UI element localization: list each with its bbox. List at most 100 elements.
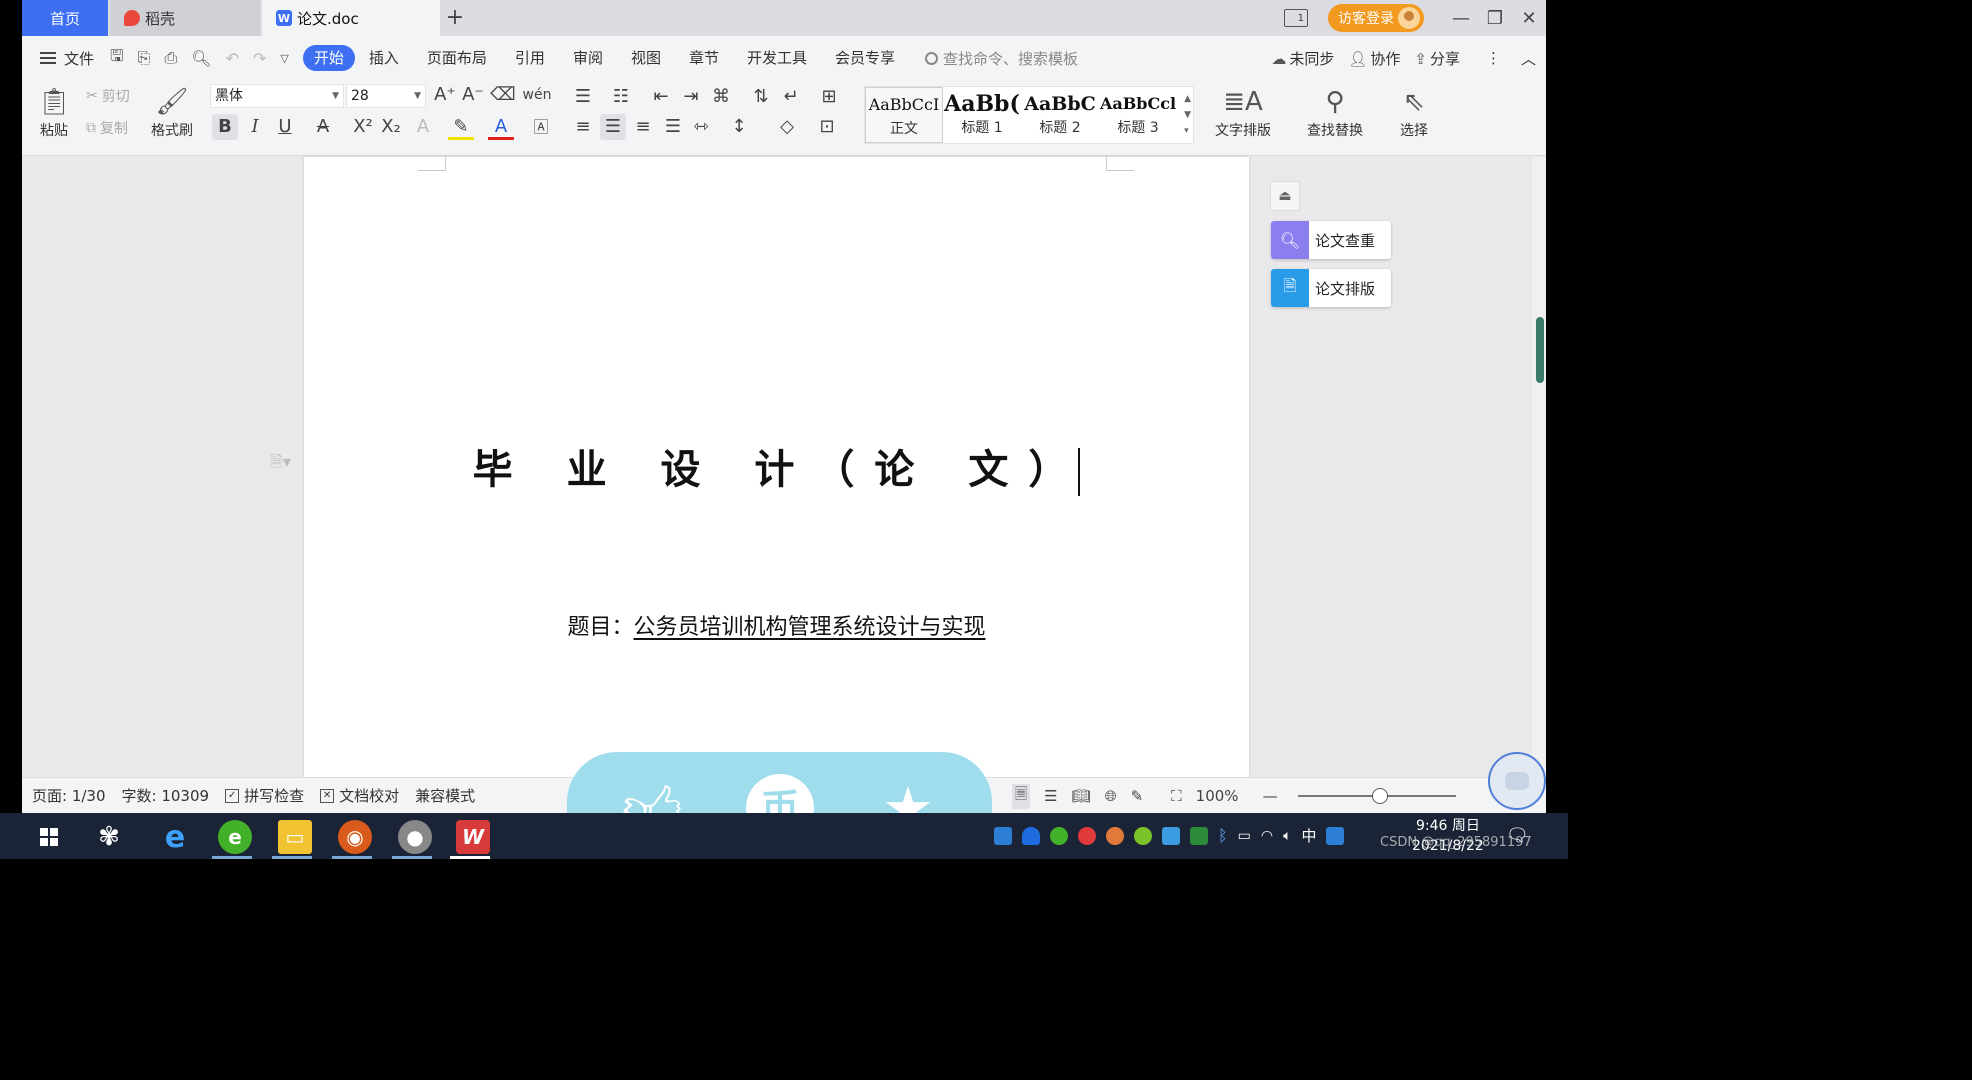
close-button[interactable]: ✕ <box>1512 8 1546 29</box>
vertical-scrollbar[interactable] <box>1532 157 1546 777</box>
bold-button[interactable]: B <box>212 114 238 140</box>
decrease-indent-icon[interactable]: ⇤ <box>648 84 674 110</box>
borders-icon[interactable]: ⊡ <box>814 114 840 140</box>
spell-check-button[interactable]: ✓ 拼写检查 <box>225 785 304 806</box>
char-border-icon[interactable]: 🄰 <box>528 114 554 140</box>
chinese-layout-icon[interactable]: ⌘ <box>708 84 734 110</box>
tab-view[interactable]: 视图 <box>617 45 675 71</box>
outline-view-icon[interactable]: ☰ <box>1044 787 1057 805</box>
page-indicator[interactable]: 页面: 1/30 <box>32 785 106 806</box>
tray-q-icon[interactable] <box>1326 826 1345 845</box>
tray-browser-icon[interactable] <box>1050 826 1068 845</box>
underline-button[interactable]: U <box>272 114 298 140</box>
pinwheel-app-icon[interactable]: ✾ <box>92 820 126 854</box>
style-scroll-icon[interactable]: ▲ ▼ ▾ <box>1184 91 1191 139</box>
document-title[interactable]: 毕 业 设 计（论 文） <box>304 437 1249 496</box>
file-menu[interactable]: 文件 <box>40 48 94 69</box>
ie-browser-icon[interactable]: e <box>158 820 192 855</box>
guest-login-button[interactable]: 访客登录 <box>1328 4 1424 32</box>
format-painter-button[interactable]: 🖌︎ 格式刷 <box>148 84 196 140</box>
superscript-button[interactable]: X² <box>350 114 376 140</box>
wps-app-icon[interactable]: W <box>456 820 490 854</box>
tab-insert[interactable]: 插入 <box>355 45 413 71</box>
find-replace-button[interactable]: ⚲ 查找替换 <box>1300 84 1370 140</box>
clear-format-icon[interactable]: ⌫ <box>490 82 516 108</box>
reading-view-icon[interactable]: 📖︎ <box>1072 787 1091 805</box>
tray-nvidia-icon[interactable] <box>1190 826 1208 845</box>
tab-start[interactable]: 开始 <box>302 45 355 71</box>
tray-qq-icon[interactable] <box>1078 826 1096 845</box>
shading-icon[interactable]: ◇ <box>774 114 800 140</box>
font-size-select[interactable]: 28 ▼ <box>346 84 426 108</box>
browser-360-icon[interactable]: e <box>218 820 252 854</box>
align-center-icon[interactable]: ☰ <box>600 114 626 140</box>
paper-check-button[interactable]: 🔍︎ 论文查重 <box>1271 221 1391 259</box>
save-icon[interactable]: 🖫 <box>110 45 124 72</box>
ruler-icon[interactable]: ⊞ <box>816 84 842 110</box>
text-layout-button[interactable]: ≣A 文字排版 <box>1208 84 1278 140</box>
align-right-icon[interactable]: ≡ <box>630 114 656 140</box>
share-button[interactable]: ⇪ 分享 <box>1414 48 1460 69</box>
fit-page-icon[interactable]: ⛶ <box>1171 787 1182 805</box>
text-effect-icon[interactable]: A <box>410 114 436 140</box>
subscript-button[interactable]: X₂ <box>378 114 404 140</box>
tray-app-icon[interactable] <box>994 826 1012 845</box>
restore-button[interactable]: ❐ <box>1478 8 1512 29</box>
cut-button[interactable]: ✂ 剪切 <box>86 86 130 106</box>
copy-button[interactable]: ⧉ 复制 <box>86 118 128 138</box>
web-view-icon[interactable]: 🌐︎ <box>1105 787 1117 805</box>
align-left-icon[interactable]: ≡ <box>570 114 596 140</box>
font-color-icon[interactable]: A <box>488 114 514 140</box>
zoom-slider[interactable] <box>1297 788 1456 804</box>
more-icon[interactable]: ⋮ <box>1486 49 1501 67</box>
pen-icon[interactable]: ✎ <box>1131 787 1144 805</box>
document-subject[interactable]: 题目：公务员培训机构管理系统设计与实现 <box>304 609 1249 641</box>
paragraph-menu-icon[interactable]: 🗎▾ <box>270 451 291 478</box>
battery-icon[interactable]: ▭ <box>1238 828 1251 844</box>
show-marks-icon[interactable]: ↵ <box>778 84 804 110</box>
media-app-icon[interactable]: ◉ <box>338 820 372 854</box>
numbered-list-icon[interactable]: ☷ <box>608 84 634 110</box>
file-explorer-icon[interactable]: ▭ <box>278 820 312 854</box>
page-view-icon[interactable]: 🗏 <box>1012 783 1031 809</box>
tray-qq2-icon[interactable] <box>1106 826 1124 845</box>
justify-icon[interactable]: ☰ <box>660 114 686 140</box>
tab-developer[interactable]: 开发工具 <box>733 45 821 71</box>
sync-button[interactable]: ☁ 未同步 <box>1271 48 1334 69</box>
proofread-button[interactable]: ✕ 文档校对 <box>320 785 399 806</box>
word-count[interactable]: 字数: 10309 <box>122 785 210 806</box>
grow-font-icon[interactable]: A⁺ <box>432 82 458 108</box>
select-button[interactable]: ⇖ 选择 <box>1392 84 1436 140</box>
style-heading-3[interactable]: AaBbCcl 标题 3 <box>1099 87 1177 143</box>
tab-references[interactable]: 引用 <box>501 45 559 71</box>
print-preview-icon[interactable]: 🔍︎ <box>191 49 211 68</box>
scrollbar-thumb[interactable] <box>1536 317 1544 383</box>
wifi-icon[interactable]: ◠ <box>1261 828 1273 844</box>
tab-section[interactable]: 章节 <box>675 45 733 71</box>
line-spacing-icon[interactable]: ↕ <box>726 114 752 140</box>
phonetic-icon[interactable]: wén <box>520 82 554 108</box>
eject-icon[interactable]: ⏏ <box>1270 181 1300 211</box>
tab-home[interactable]: 首页 <box>22 0 108 36</box>
style-heading-1[interactable]: AaBb( 标题 1 <box>943 87 1021 143</box>
start-button-icon[interactable] <box>40 828 58 846</box>
style-heading-2[interactable]: AaBbC 标题 2 <box>1021 87 1099 143</box>
zoom-slider-knob[interactable] <box>1371 788 1388 804</box>
style-normal[interactable]: AaBbCcI 正文 <box>865 87 943 143</box>
new-tab-button[interactable]: + <box>444 5 466 30</box>
collab-button[interactable]: 👤︎ 协作 <box>1348 48 1400 69</box>
tray-cloud-icon[interactable] <box>1162 826 1180 845</box>
italic-button[interactable]: I <box>242 114 268 140</box>
increase-indent-icon[interactable]: ⇥ <box>678 84 704 110</box>
shield-icon[interactable] <box>1022 826 1040 845</box>
print-icon[interactable]: ⎙ <box>164 48 177 68</box>
undo-icon[interactable]: ↶ <box>226 49 239 68</box>
sort-icon[interactable]: ⇅ <box>748 84 774 110</box>
zoom-out-button[interactable]: — <box>1263 787 1278 805</box>
paper-layout-button[interactable]: 🗎 论文排版 <box>1271 269 1391 307</box>
window-layout-icon[interactable]: 1 <box>1284 9 1308 27</box>
command-search[interactable]: 查找命令、搜索模板 <box>925 48 1078 69</box>
distribute-icon[interactable]: ⇿ <box>688 114 714 140</box>
tab-daoke[interactable]: 稻壳 <box>110 0 260 36</box>
shrink-font-icon[interactable]: A⁻ <box>460 82 486 108</box>
